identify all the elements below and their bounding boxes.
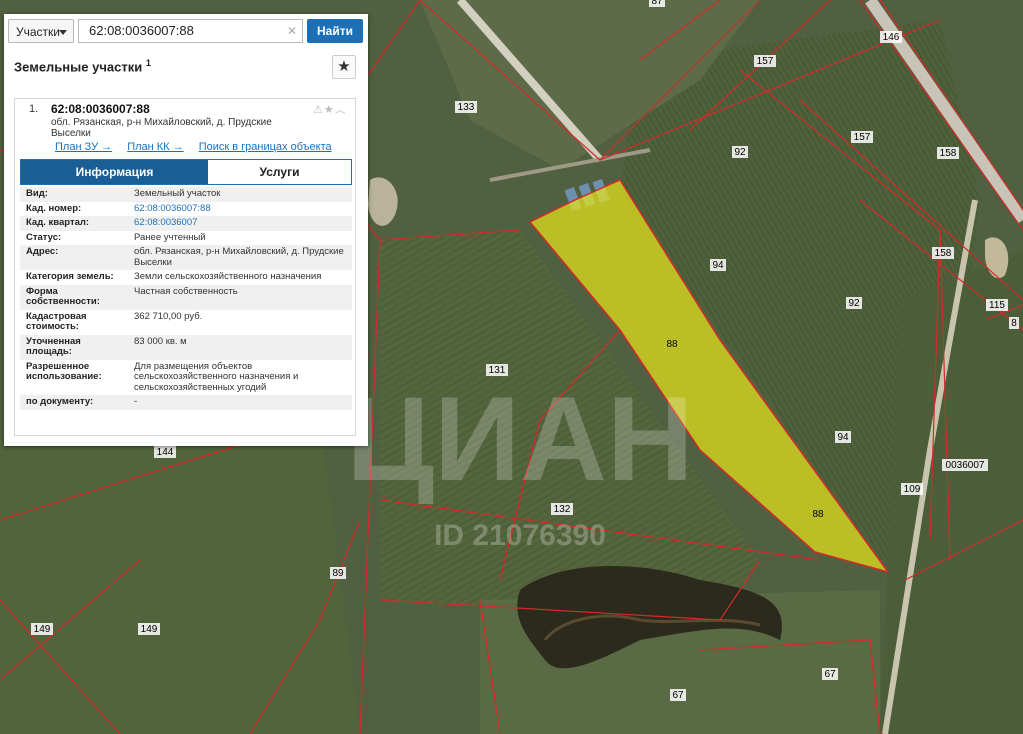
- parcel-number-label: 94: [837, 432, 849, 443]
- tab-services[interactable]: Услуги: [208, 160, 351, 184]
- panel-title: Земельные участки 1: [14, 58, 151, 74]
- property-value: Земли сельскохозяйственного назначения: [134, 271, 322, 282]
- parcel-number-label: 158: [940, 148, 957, 159]
- property-value: Земельный участок: [134, 188, 221, 199]
- property-key: Кадастровая стоимость:: [26, 310, 87, 332]
- clear-icon[interactable]: ✕: [287, 24, 297, 38]
- result-tabs: Информация Услуги: [20, 159, 352, 185]
- property-row: Разрешенное использование: Для размещения…: [20, 360, 352, 396]
- parcel-number-label: 131: [489, 365, 506, 376]
- info-panel: Участки 62:08:0036007:88 ✕ Найти Земельн…: [4, 14, 368, 446]
- parcel-number-label: 149: [141, 624, 158, 635]
- property-key: Адрес:: [26, 246, 59, 257]
- watermark-id: ID 21076390: [434, 519, 606, 552]
- property-value: обл. Рязанская, р-н Михайловский, д. Пру…: [134, 246, 344, 268]
- search-type-label: Участки: [16, 25, 60, 39]
- parcel-number-label: 8: [1011, 318, 1017, 329]
- property-key: по документу:: [26, 396, 94, 407]
- watermark: ЦИАН: [346, 372, 693, 506]
- panel-title-text: Земельные участки: [14, 59, 143, 75]
- property-value: Ранее учтенный: [134, 231, 206, 243]
- parcel-number-label: 67: [672, 690, 684, 701]
- property-row: по документу: -: [20, 395, 352, 410]
- tab-info[interactable]: Информация: [21, 160, 208, 184]
- chevron-down-icon: [59, 30, 67, 35]
- link-plan-zu[interactable]: План ЗУ →: [55, 141, 112, 153]
- result-address: обл. Рязанская, р-н Михайловский, д. Пру…: [51, 117, 272, 139]
- property-key: Категория земель:: [26, 271, 114, 282]
- property-value[interactable]: 62:08:0036007: [128, 216, 352, 231]
- property-row: Кад. номер: 62:08:0036007:88: [20, 202, 352, 217]
- result-card: 1. 62:08:0036007:88 обл. Рязанская, р-н …: [14, 98, 356, 436]
- parcel-number-label: 87: [651, 0, 663, 7]
- property-key: Разрешенное использование:: [26, 360, 102, 382]
- parcel-number-label: 158: [935, 248, 952, 259]
- parcel-number-label: 109: [904, 484, 921, 495]
- parcel-number-label: 132: [554, 504, 571, 515]
- parcel-number-label: 88: [666, 339, 678, 350]
- property-value: Частная собственность: [134, 285, 238, 297]
- parcel-number-label: 157: [757, 56, 774, 67]
- property-value[interactable]: 62:08:0036007:88: [128, 202, 352, 217]
- property-value: 83 000 кв. м: [134, 335, 187, 347]
- properties-table: Вид: Земельный участок Кад. номер: 62:08:00…: [20, 187, 352, 410]
- parcel-number-label: 0036007: [946, 460, 985, 471]
- parcel-number-label: 92: [848, 298, 860, 309]
- property-row: Кад. квартал: 62:08:0036007: [20, 216, 352, 231]
- property-row: Статус: Ранее учтенный: [20, 231, 352, 246]
- property-key: Форма собственности:: [26, 285, 100, 307]
- search-input[interactable]: 62:08:0036007:88: [78, 19, 303, 43]
- result-action-icons[interactable]: ⚠★︿: [313, 101, 347, 117]
- field-144: [0, 420, 360, 734]
- parcel-number-label: 115: [989, 300, 1005, 311]
- parcel-number-label: 89: [332, 568, 344, 579]
- property-row: Уточненная площадь: 83 000 кв. м: [20, 334, 352, 360]
- result-index: 1.: [29, 103, 39, 115]
- property-key: Кад. номер:: [26, 202, 82, 214]
- link-plan-kk[interactable]: План КК →: [127, 141, 183, 153]
- property-row: Вид: Земельный участок: [20, 187, 352, 202]
- parcel-number-label: 144: [157, 447, 174, 458]
- parcel-number-label: 92: [734, 147, 746, 158]
- parcel-number-label: 149: [34, 624, 51, 635]
- property-row: Категория земель: Земли сельскохозяйствен…: [20, 270, 352, 285]
- property-value: Для размещения объектов сельскохозяйстве…: [134, 360, 299, 393]
- property-value: 362 710,00 руб.: [134, 310, 203, 322]
- parcel-number-label: 146: [883, 32, 900, 43]
- parcel-number-label: 67: [824, 669, 836, 680]
- favorite-star-icon[interactable]: ★: [332, 55, 356, 79]
- find-button[interactable]: Найти: [307, 19, 363, 43]
- parcel-number-label: 94: [712, 260, 724, 271]
- panel-title-count: 1: [145, 58, 151, 68]
- parcel-number-label: 88: [812, 509, 824, 520]
- property-key: Статус:: [26, 231, 62, 243]
- property-key: Вид:: [26, 188, 48, 199]
- result-cad-number[interactable]: 62:08:0036007:88: [51, 102, 150, 116]
- property-row: Адрес: обл. Рязанская, р-н Михайловский, …: [20, 245, 352, 270]
- parcel-number-label: 157: [854, 132, 871, 143]
- property-key: Уточненная площадь:: [26, 335, 81, 357]
- property-key: Кад. квартал:: [26, 217, 90, 228]
- property-row: Форма собственности: Частная собственност…: [20, 284, 352, 310]
- property-row: Кадастровая стоимость: 362 710,00 руб.: [20, 310, 352, 335]
- search-type-dropdown[interactable]: Участки: [8, 19, 74, 43]
- parcel-number-label: 133: [458, 102, 475, 113]
- property-value: -: [134, 396, 138, 407]
